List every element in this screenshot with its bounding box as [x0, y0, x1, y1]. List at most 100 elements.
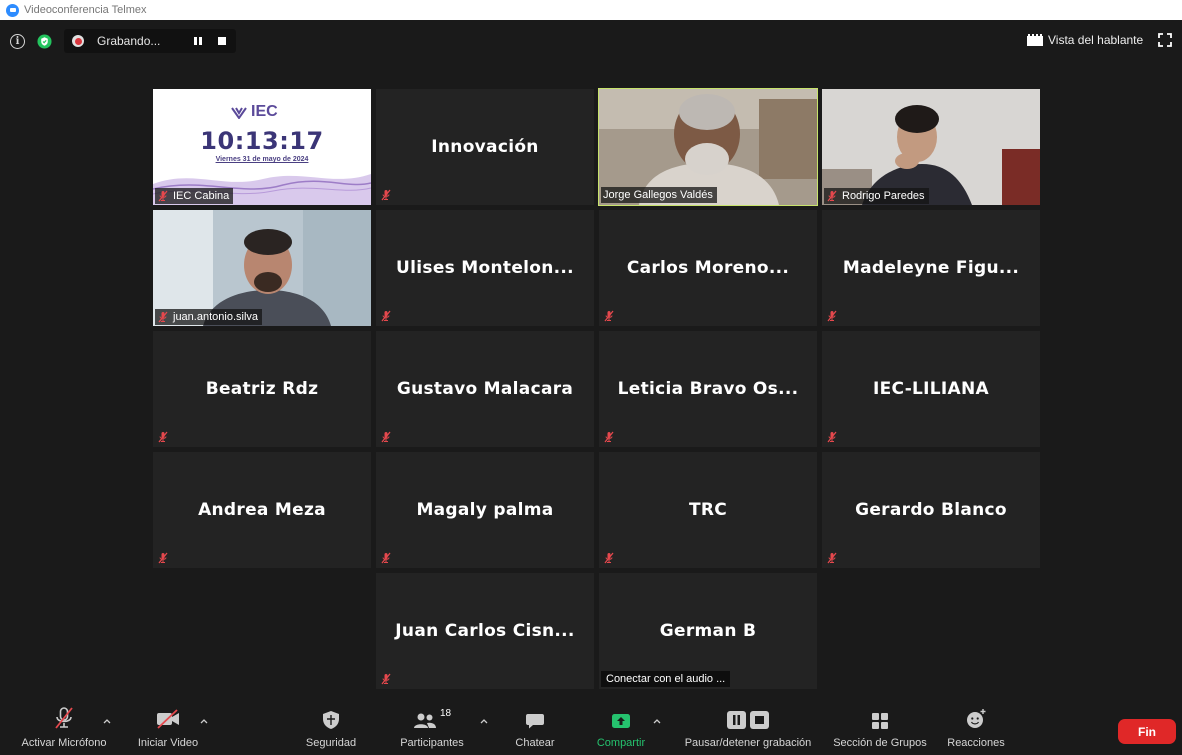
pause-stop-recording-icon [726, 702, 770, 732]
participant-tile-innovacion[interactable]: Innovación [376, 89, 594, 205]
participant-name: Andrea Meza [198, 500, 326, 520]
participant-name: Ulises Montelon... [396, 258, 574, 278]
encryption-shield-icon[interactable] [37, 33, 52, 49]
participant-name: IEC Cabina [173, 190, 230, 202]
pause-recording-icon[interactable] [194, 37, 203, 45]
participant-label: IEC Cabina [155, 188, 234, 204]
participants-button[interactable]: 18 Participantes [392, 702, 472, 755]
security-label: Seguridad [305, 737, 357, 749]
mic-muted-icon [157, 311, 169, 323]
meeting-topbar: i Grabando... Vista del hablante [0, 20, 1182, 60]
speaker-view-label: Vista del hablante [1048, 33, 1144, 47]
mic-muted-icon [157, 431, 169, 443]
participants-icon-group: 18 [413, 702, 451, 732]
mic-off-icon [53, 702, 75, 732]
stop-recording-icon[interactable] [218, 37, 227, 45]
participant-tile-gustavo[interactable]: Gustavo Malacara [376, 331, 594, 447]
share-screen-button[interactable]: Compartir [588, 702, 654, 755]
recording-dot-icon [72, 35, 84, 47]
participant-name: TRC [688, 500, 728, 520]
share-options-chevron-icon[interactable] [652, 716, 662, 726]
participants-label: Participantes [400, 737, 464, 749]
breakout-rooms-icon [871, 702, 889, 732]
window-title: Videoconferencia Telmex [24, 4, 147, 16]
reactions-button[interactable]: Reacciones [942, 702, 1010, 755]
participant-tile-trc[interactable]: TRC [599, 452, 817, 568]
recording-indicator: Grabando... [64, 29, 237, 53]
connect-audio-prompt[interactable]: Conectar con el audio ... [601, 671, 731, 687]
mic-muted-icon [603, 552, 615, 564]
pause-stop-recording-label: Pausar/detener grabación [684, 737, 812, 749]
participant-name: Beatriz Rdz [205, 379, 319, 399]
mic-options-chevron-icon[interactable] [102, 716, 112, 726]
recording-label: Grabando... [97, 34, 161, 48]
iec-logo-text: IEC [251, 103, 278, 120]
participant-tile-german[interactable]: German B Conectar con el audio ... [599, 573, 817, 689]
mic-muted-icon [603, 431, 615, 443]
breakout-rooms-button[interactable]: Sección de Grupos [828, 702, 932, 755]
reactions-label: Reacciones [947, 737, 1005, 749]
iec-logo-mark-icon [231, 107, 247, 119]
video-options-chevron-icon[interactable] [199, 716, 209, 726]
fullscreen-icon[interactable] [1158, 33, 1172, 47]
clock-date: Viernes 31 de mayo de 2024 [215, 156, 309, 163]
participants-options-chevron-icon[interactable] [479, 716, 489, 726]
participant-tile-madeleyne[interactable]: Madeleyne Figu... [822, 210, 1040, 326]
share-screen-label: Compartir [596, 737, 646, 749]
participant-tile-carlos[interactable]: Carlos Moreno... [599, 210, 817, 326]
participant-tile-ulises[interactable]: Ulises Montelon... [376, 210, 594, 326]
mic-muted-icon [380, 552, 392, 564]
mic-muted-icon [826, 190, 838, 202]
participants-icon [413, 713, 436, 728]
iec-logo: IEC [231, 103, 278, 121]
video-off-icon [155, 702, 181, 732]
participant-tile-jorge-gallegos[interactable]: Jorge Gallegos Valdés [598, 88, 818, 206]
security-shield-icon [322, 702, 340, 732]
participant-tile-juan-antonio-silva[interactable]: juan.antonio.silva [153, 210, 371, 326]
app-logo-icon [6, 3, 19, 17]
participant-name: Leticia Bravo Os... [617, 379, 799, 399]
participant-tile-magaly[interactable]: Magaly palma [376, 452, 594, 568]
participant-tile-andrea[interactable]: Andrea Meza [153, 452, 371, 568]
participant-name: Jorge Gallegos Valdés [603, 189, 713, 201]
participant-tile-beatriz[interactable]: Beatriz Rdz [153, 331, 371, 447]
mic-muted-icon [380, 189, 392, 201]
mic-muted-icon [826, 552, 838, 564]
start-video-label: Iniciar Video [137, 737, 199, 749]
speaker-view-button[interactable]: Vista del hablante [1021, 29, 1149, 51]
mic-muted-icon [826, 431, 838, 443]
mic-muted-icon [826, 310, 838, 322]
participant-name: Gerardo Blanco [855, 500, 1007, 520]
mic-muted-icon [380, 310, 392, 322]
meeting-toolbar: Activar Micrófono Iniciar Video Segurida… [0, 702, 1182, 755]
mic-muted-icon [380, 673, 392, 685]
start-video-button[interactable]: Iniciar Video [128, 702, 208, 755]
clock-time: 10:13:17 [200, 127, 324, 155]
participant-tile-iec-cabina[interactable]: IEC 10:13:17 Viernes 31 de mayo de 2024 … [153, 89, 371, 205]
chat-label: Chatear [515, 737, 555, 749]
unmute-button[interactable]: Activar Micrófono [14, 702, 114, 755]
participant-tile-rodrigo-paredes[interactable]: Rodrigo Paredes [822, 89, 1040, 205]
participant-name: IEC-LILIANA [872, 379, 990, 399]
view-grid-icon [1027, 34, 1043, 46]
end-meeting-button[interactable]: Fin [1118, 719, 1176, 744]
info-icon[interactable]: i [10, 33, 25, 49]
participant-name: Magaly palma [416, 500, 554, 520]
pause-stop-recording-button[interactable]: Pausar/detener grabación [676, 702, 820, 755]
meeting-status: i Grabando... [10, 29, 237, 53]
participant-tile-iec-liliana[interactable]: IEC-LILIANA [822, 331, 1040, 447]
security-button[interactable]: Seguridad [296, 702, 366, 755]
participant-label: Jorge Gallegos Valdés [601, 187, 717, 203]
chat-bubble-icon [525, 702, 545, 732]
participants-count: 18 [439, 707, 452, 719]
participant-name: Carlos Moreno... [626, 258, 790, 278]
participant-tile-gerardo[interactable]: Gerardo Blanco [822, 452, 1040, 568]
participant-tile-leticia[interactable]: Leticia Bravo Os... [599, 331, 817, 447]
participant-label: juan.antonio.silva [155, 309, 263, 325]
chat-button[interactable]: Chatear [503, 702, 567, 755]
participant-name: Madeleyne Figu... [842, 258, 1020, 278]
mic-muted-icon [157, 190, 169, 202]
participant-name: Rodrigo Paredes [842, 190, 925, 202]
participant-tile-juan-carlos[interactable]: Juan Carlos Cisn... [376, 573, 594, 689]
breakout-rooms-label: Sección de Grupos [833, 737, 927, 749]
